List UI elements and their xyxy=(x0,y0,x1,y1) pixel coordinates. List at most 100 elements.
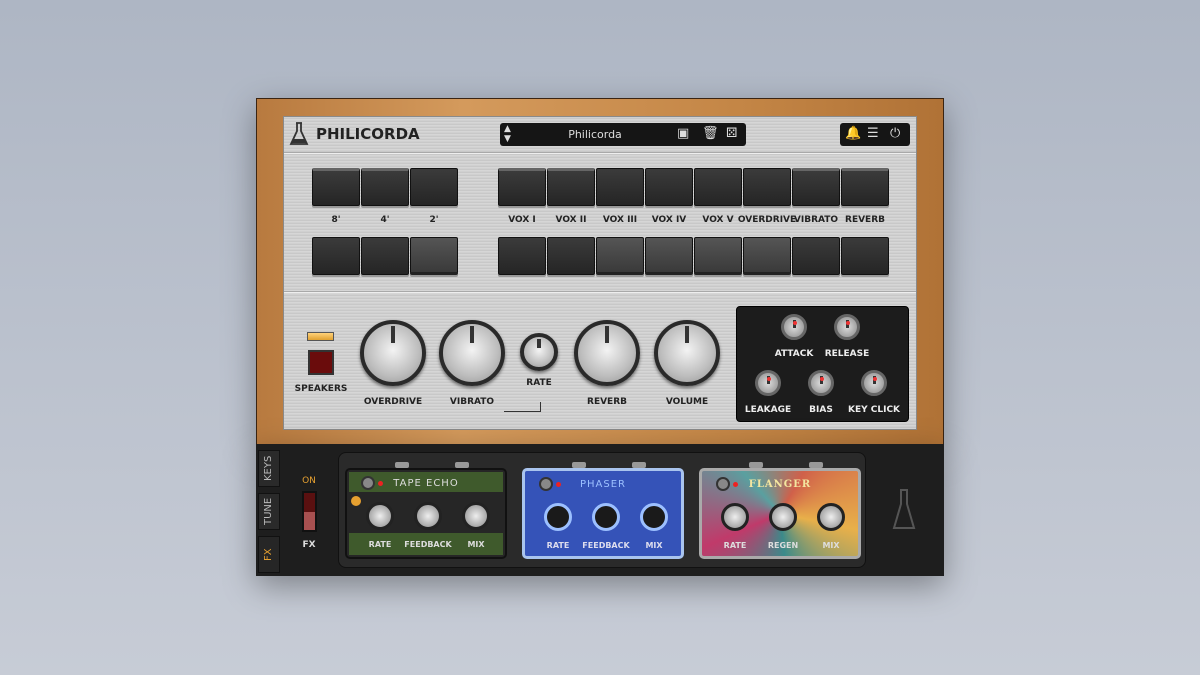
pedal-name: TAPE ECHO xyxy=(393,478,459,489)
drawbar-bottom-footage-1[interactable] xyxy=(361,237,409,275)
tab-label: OVERDRIVE xyxy=(737,215,797,225)
drawbar-bottom-voices-5[interactable] xyxy=(743,237,791,275)
pedal-knob-label: MIX xyxy=(822,541,840,550)
pedal-knob-label: RATE xyxy=(723,541,747,550)
speakers-label: SPEAKERS xyxy=(294,384,348,394)
fx-label: FX xyxy=(302,540,316,550)
tab-label: VOX V xyxy=(702,215,734,225)
flanger-rate-knob[interactable] xyxy=(721,503,749,531)
tab-tune[interactable]: TUNE xyxy=(258,493,280,530)
drawbar-bottom-voices-1[interactable] xyxy=(547,237,595,275)
pedal-knob-label: RATE xyxy=(546,541,570,550)
knob-indicator xyxy=(767,377,771,381)
knob-label: RATE xyxy=(526,378,552,388)
preset-name[interactable]: Philicorda xyxy=(500,128,690,141)
trash-icon[interactable]: 🗑 xyxy=(702,126,719,141)
flask-watermark-icon xyxy=(892,489,916,529)
drawbar-bottom-footage-0[interactable] xyxy=(312,237,360,275)
phaser-mix-knob[interactable] xyxy=(640,503,668,531)
pedal-knob-label: MIX xyxy=(645,541,663,550)
vibrato-knob[interactable] xyxy=(439,320,505,386)
pedal-name: FLANGER xyxy=(748,479,812,490)
pedal-flanger: FLANGER RATE REGEN MIX xyxy=(699,468,861,559)
tab-label: VOX III xyxy=(602,215,638,225)
drawbar-bottom-voices-7[interactable] xyxy=(841,237,889,275)
tab-keys[interactable]: KEYS xyxy=(258,450,280,487)
drawbar-bottom-voices-3[interactable] xyxy=(645,237,693,275)
fx-on-label: ON xyxy=(302,476,316,486)
output-jack xyxy=(809,462,823,468)
pedal-name: PHASER xyxy=(579,479,626,490)
knob-indicator xyxy=(846,321,850,325)
tab-label: 2' xyxy=(429,215,439,225)
divider xyxy=(284,291,916,293)
bias-knob[interactable] xyxy=(808,370,834,396)
drawbar-top-voices-6[interactable] xyxy=(792,168,840,206)
rate-link-line xyxy=(504,402,541,412)
knob-indicator xyxy=(820,377,824,381)
drawbar-top-voices-3[interactable] xyxy=(645,168,693,206)
knob-label: VIBRATO xyxy=(449,397,495,407)
envelope-panel: ATTACK RELEASE LEAKAGE BIAS KEY CLICK xyxy=(736,306,909,422)
bottom-bar: KEYS TUNE FX ON FX TAPE ECHO RATE FEEDBACK MI… xyxy=(256,444,944,576)
power-icon[interactable]: ⏻ xyxy=(890,126,900,141)
dice-icon[interactable]: ⚄ xyxy=(726,126,737,141)
drawbar-top-voices-7[interactable] xyxy=(841,168,889,206)
input-jack xyxy=(572,462,586,468)
drawbar-top-voices-0[interactable] xyxy=(498,168,546,206)
knob-label: OVERDRIVE xyxy=(363,397,423,407)
tape-echo-rate-knob[interactable] xyxy=(366,502,394,530)
tab-fx[interactable]: FX xyxy=(258,536,280,573)
save-icon[interactable]: ▣ xyxy=(677,126,689,141)
knob-label: BIAS xyxy=(809,405,833,415)
pedal-tape-echo: TAPE ECHO RATE FEEDBACK MIX xyxy=(345,468,507,559)
tape-echo-mix-knob[interactable] xyxy=(462,502,490,530)
pedal-knob-label: MIX xyxy=(467,540,485,549)
bell-icon[interactable]: 🔔 xyxy=(845,126,861,141)
drawbar-bottom-voices-0[interactable] xyxy=(498,237,546,275)
rate-knob[interactable] xyxy=(520,333,558,371)
flanger-regen-knob[interactable] xyxy=(769,503,797,531)
drawbar-bottom-voices-4[interactable] xyxy=(694,237,742,275)
knob-indicator xyxy=(793,321,797,325)
preset-selector[interactable]: ▲ ▼ Philicorda ▣ 🗑 ⚄ xyxy=(500,123,746,146)
tab-label: 8' xyxy=(331,215,341,225)
drawbar-top-footage-0[interactable] xyxy=(312,168,360,206)
phaser-feedback-knob[interactable] xyxy=(592,503,620,531)
drawbar-bottom-voices-2[interactable] xyxy=(596,237,644,275)
knob-label: VOLUME xyxy=(665,397,709,407)
drawbar-top-footage-1[interactable] xyxy=(361,168,409,206)
drawbar-top-voices-1[interactable] xyxy=(547,168,595,206)
tape-echo-feedback-knob[interactable] xyxy=(414,502,442,530)
tab-label: VOX IV xyxy=(651,215,687,225)
pedal-knob-label: FEEDBACK xyxy=(404,540,452,549)
knob-indicator xyxy=(873,377,877,381)
attack-knob[interactable] xyxy=(781,314,807,340)
flanger-mix-knob[interactable] xyxy=(817,503,845,531)
reverb-knob[interactable] xyxy=(574,320,640,386)
speakers-button[interactable] xyxy=(308,350,334,375)
release-knob[interactable] xyxy=(834,314,860,340)
organ-panel: PHILICORDA ▲ ▼ Philicorda ▣ 🗑 ⚄ 🔔 ☰ ⏻ 8' 4… xyxy=(283,116,917,430)
pedal-phaser: PHASER RATE FEEDBACK MIX xyxy=(522,468,684,559)
pedal-knob-label: FEEDBACK xyxy=(582,541,630,550)
leakage-knob[interactable] xyxy=(755,370,781,396)
tab-label: VIBRATO xyxy=(793,215,839,225)
system-controls: 🔔 ☰ ⏻ xyxy=(840,123,910,146)
drawbar-bottom-footage-2[interactable] xyxy=(410,237,458,275)
tempo-sync-icon[interactable] xyxy=(351,496,361,506)
phaser-rate-knob[interactable] xyxy=(544,503,572,531)
overdrive-knob[interactable] xyxy=(360,320,426,386)
drawbar-top-footage-2[interactable] xyxy=(410,168,458,206)
drawbar-top-voices-5[interactable] xyxy=(743,168,791,206)
knob-label: RELEASE xyxy=(824,349,870,359)
drawbar-top-voices-4[interactable] xyxy=(694,168,742,206)
drawbar-top-voices-2[interactable] xyxy=(596,168,644,206)
flask-logo-icon xyxy=(289,122,309,145)
key-click-knob[interactable] xyxy=(861,370,887,396)
fx-toggle[interactable] xyxy=(302,491,317,532)
drawbar-bottom-voices-6[interactable] xyxy=(792,237,840,275)
menu-icon[interactable]: ☰ xyxy=(867,126,879,141)
knob-label: LEAKAGE xyxy=(744,405,792,415)
volume-knob[interactable] xyxy=(654,320,720,386)
